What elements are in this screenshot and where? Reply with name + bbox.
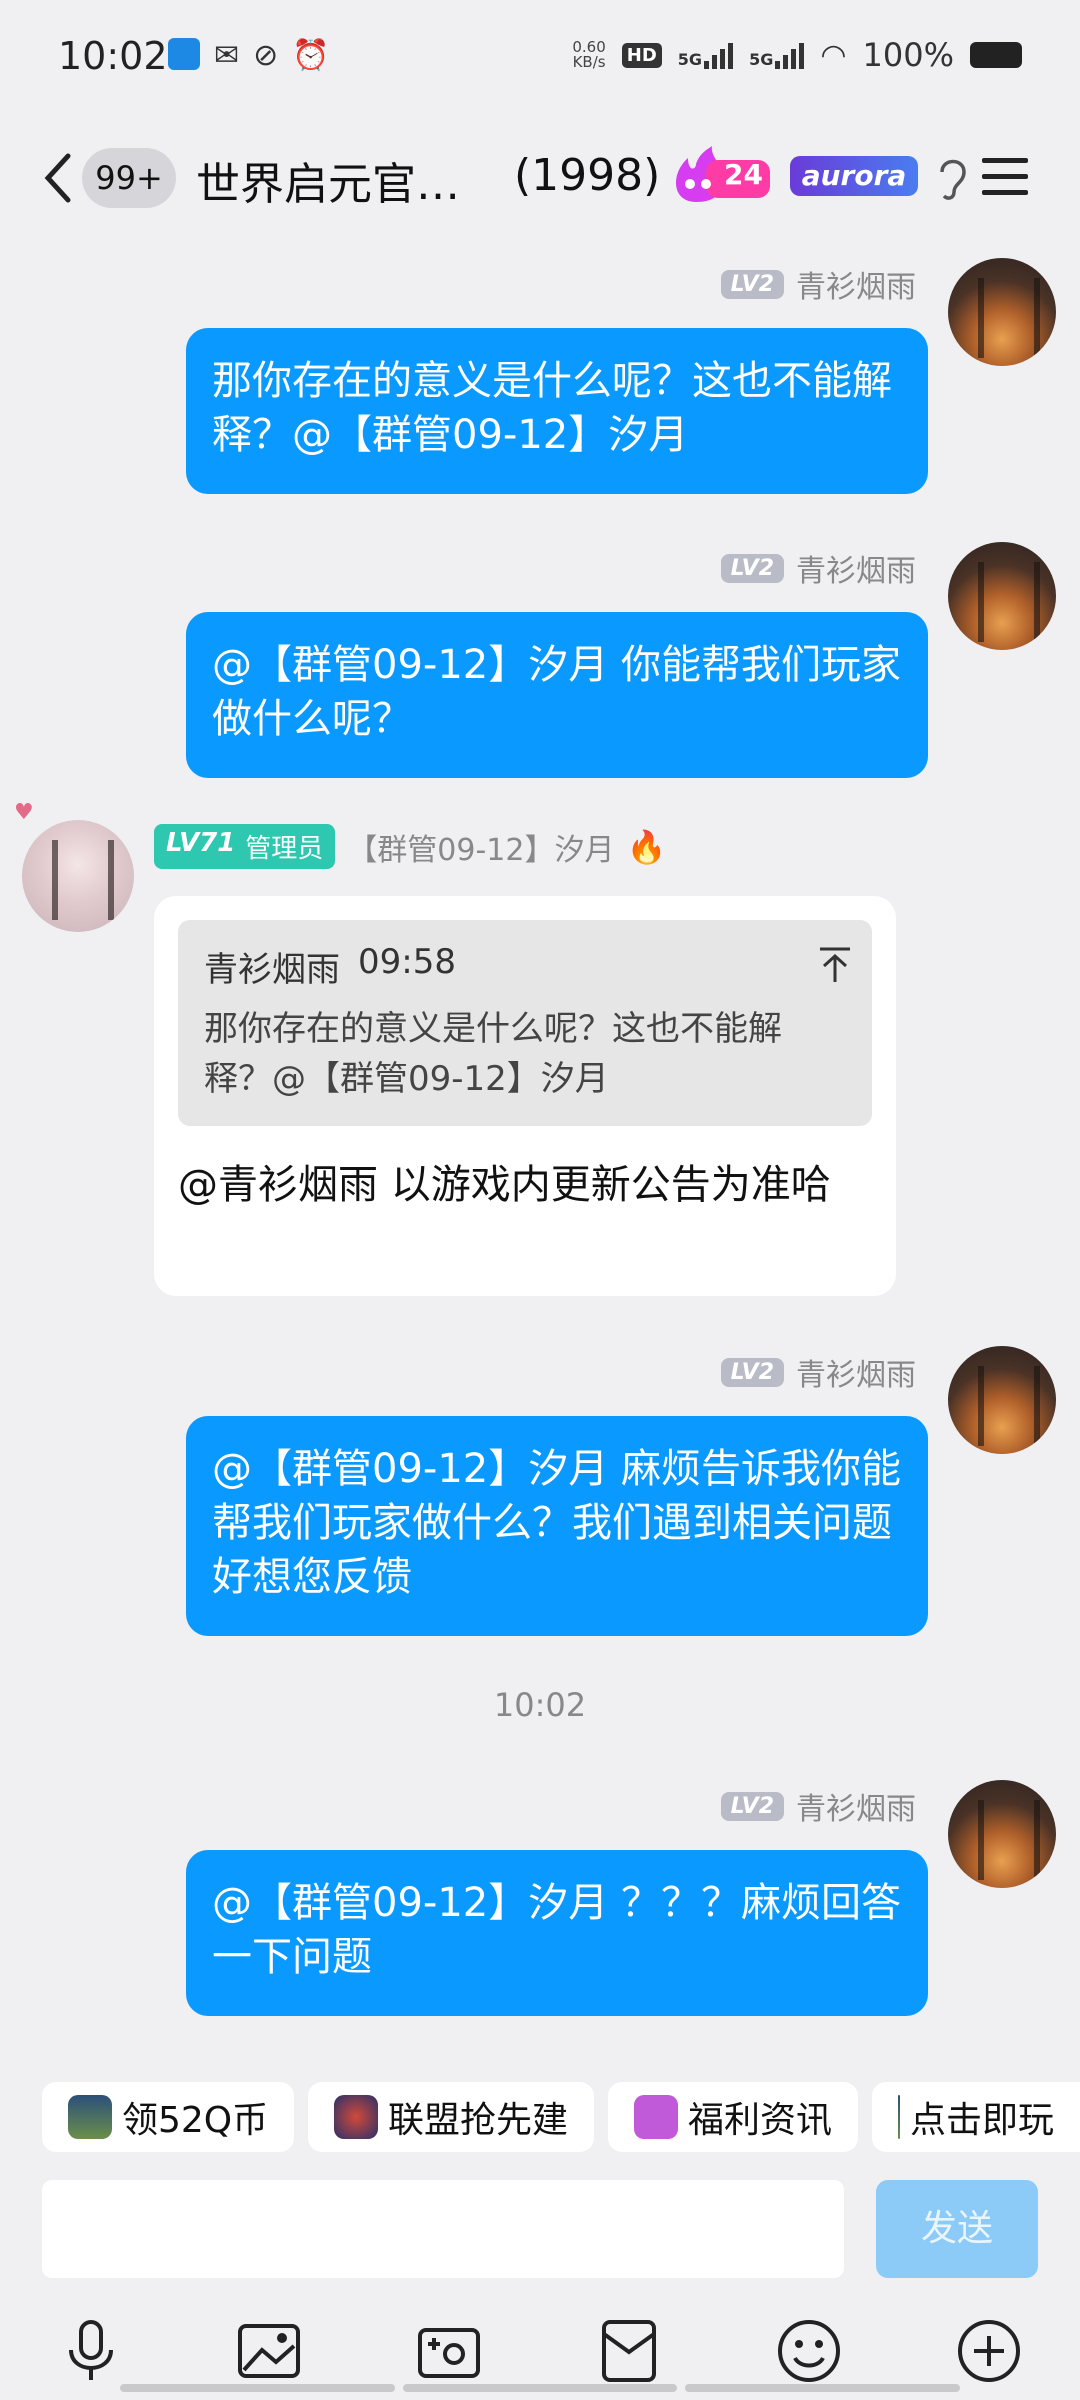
- level-badge: LV71 管理员: [154, 824, 336, 869]
- role-badge: 管理员: [245, 834, 324, 864]
- member-count: (1998): [514, 150, 661, 201]
- jump-to-message-icon[interactable]: [818, 946, 852, 984]
- game-icon: [68, 2095, 112, 2139]
- emoji-icon[interactable]: [774, 2316, 844, 2386]
- level-badge: LV2: [720, 1791, 784, 1821]
- time-separator: 10:02: [493, 1686, 587, 1724]
- battery-icon: [970, 42, 1022, 68]
- gift-icon: [634, 2095, 678, 2139]
- battery-percent: 100%: [862, 36, 954, 74]
- quick-action-chip[interactable]: 点击即玩: [872, 2082, 1080, 2152]
- back-arrow-icon[interactable]: [36, 150, 84, 206]
- gesture-bar: [120, 2384, 961, 2392]
- message-bubble[interactable]: @【群管09-12】汐月 麻烦告诉我你能帮我们玩家做什么？我们遇到相关问题好想您…: [186, 1416, 928, 1636]
- aurora-badge[interactable]: aurora: [790, 156, 918, 196]
- message-input[interactable]: [42, 2180, 844, 2278]
- level-badge: LV2: [720, 269, 784, 299]
- app-notification-icon: [168, 38, 200, 70]
- quote-time: 09:58: [358, 942, 456, 982]
- game-icon: [334, 2095, 378, 2139]
- quick-action-chip[interactable]: 福利资讯: [608, 2082, 859, 2152]
- avatar[interactable]: [948, 1780, 1056, 1888]
- reply-text: @青衫烟雨 以游戏内更新公告为准哈: [178, 1162, 831, 1208]
- unread-count-badge[interactable]: 99+: [82, 148, 176, 208]
- avatar[interactable]: [948, 542, 1056, 650]
- message-meta: LV2 青衫烟雨: [720, 262, 916, 306]
- fire-icon: 🔥: [626, 827, 667, 866]
- reply-bubble[interactable]: 青衫烟雨 09:58 那你存在的意义是什么呢？这也不能解释？@【群管09-12】…: [154, 896, 896, 1296]
- message-bubble[interactable]: @【群管09-12】汐月 ？？？麻烦回答一下问题: [186, 1850, 928, 2016]
- sender-name[interactable]: 青衫烟雨: [796, 1350, 916, 1394]
- signal-icon-2: 5G: [749, 41, 805, 69]
- sender-name[interactable]: 青衫烟雨: [796, 546, 916, 590]
- quote-header: 青衫烟雨 09:58: [204, 942, 456, 991]
- ear-icon[interactable]: [936, 154, 970, 202]
- fire-level-badge[interactable]: 24: [666, 144, 772, 206]
- image-icon[interactable]: [234, 2316, 304, 2386]
- wifi-icon: ◠: [820, 37, 847, 73]
- sender-name[interactable]: 【群管09-12】汐月: [347, 825, 614, 869]
- message-meta: LV2 青衫烟雨: [720, 1350, 916, 1394]
- quick-action-bar: 领52Q币 联盟抢先建 福利资讯 点击即玩: [0, 2070, 1080, 2170]
- quote-text: 那你存在的意义是什么呢？这也不能解释？@【群管09-12】汐月: [204, 1009, 782, 1099]
- mic-icon[interactable]: [56, 2316, 126, 2386]
- plus-icon[interactable]: [954, 2316, 1024, 2386]
- chat-header: 99+ 世界启元官… (1998) 24 aurora: [0, 110, 1080, 240]
- system-indicators: 0.60 KB/s HD 5G 5G ◠ 100%: [572, 36, 1022, 74]
- message-meta: LV2 青衫烟雨: [720, 546, 916, 590]
- send-button[interactable]: 发送: [876, 2180, 1038, 2278]
- admin-avatar[interactable]: [22, 820, 134, 932]
- notification-icons: ✉ ⊘ ⏰: [168, 38, 330, 73]
- level-badge: LV2: [720, 553, 784, 583]
- status-time: 10:02: [58, 34, 168, 78]
- avatar[interactable]: [948, 258, 1056, 366]
- sender-name[interactable]: 青衫烟雨: [796, 262, 916, 306]
- group-title[interactable]: 世界启元官…: [196, 148, 460, 212]
- alarm-icon: ⏰: [292, 38, 330, 73]
- red-packet-icon[interactable]: [594, 2316, 664, 2386]
- signal-icon-1: 5G: [678, 41, 734, 69]
- message-meta: LV2 青衫烟雨: [720, 1784, 916, 1828]
- message-meta: LV71 管理员 【群管09-12】汐月 🔥: [154, 824, 666, 869]
- menu-icon[interactable]: [980, 154, 1030, 200]
- net-speed: 0.60 KB/s: [572, 38, 606, 71]
- message-bubble[interactable]: @【群管09-12】汐月 你能帮我们玩家做什么呢？: [186, 612, 928, 778]
- heart-decoration-icon: ♥: [14, 800, 34, 825]
- wechat-icon: ✉: [214, 38, 240, 73]
- message-bubble[interactable]: 那你存在的意义是什么呢？这也不能解释？@【群管09-12】汐月: [186, 328, 928, 494]
- avatar[interactable]: [948, 1346, 1056, 1454]
- camera-icon[interactable]: [414, 2316, 484, 2386]
- status-bar: 10:02 ✉ ⊘ ⏰ 0.60 KB/s HD 5G 5G ◠ 100%: [0, 0, 1080, 110]
- link-icon: ⊘: [253, 38, 279, 73]
- game-icon: [898, 2095, 900, 2139]
- level-badge: LV2: [720, 1357, 784, 1387]
- quick-action-chip[interactable]: 联盟抢先建: [308, 2082, 595, 2152]
- quote-sender: 青衫烟雨: [204, 950, 340, 990]
- hd-icon: HD: [621, 42, 662, 68]
- fire-level-number: 24: [724, 158, 763, 191]
- quick-action-chip[interactable]: 领52Q币: [42, 2082, 295, 2152]
- quoted-message[interactable]: 青衫烟雨 09:58 那你存在的意义是什么呢？这也不能解释？@【群管09-12】…: [178, 920, 872, 1126]
- sender-name[interactable]: 青衫烟雨: [796, 1784, 916, 1828]
